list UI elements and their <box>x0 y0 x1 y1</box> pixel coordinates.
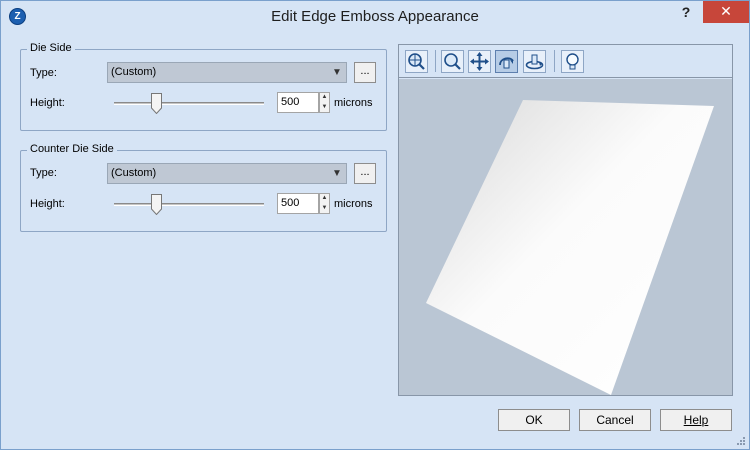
title-help-button[interactable]: ? <box>673 1 699 23</box>
counter-type-combo[interactable]: (Custom) ▼ <box>107 163 347 184</box>
counter-height-stepper[interactable]: ▲ ▼ <box>319 193 330 214</box>
preview-canvas[interactable] <box>399 79 732 395</box>
die-type-browse-button[interactable]: ... <box>354 62 376 83</box>
resize-grip[interactable] <box>736 436 746 446</box>
help-button-label: Help <box>683 413 709 427</box>
counter-height-value: 500 <box>281 197 300 209</box>
die-height-label: Height: <box>30 97 65 109</box>
toolbar-separator <box>554 50 555 72</box>
zoom-extents-button[interactable] <box>405 50 428 73</box>
zoom-button[interactable] <box>441 50 464 73</box>
zoom-extents-icon <box>408 53 425 70</box>
spin-up-icon[interactable]: ▲ <box>320 93 329 102</box>
die-height-input[interactable]: 500 <box>277 92 319 113</box>
die-height-slider-track[interactable] <box>114 102 264 105</box>
spin-up-icon[interactable]: ▲ <box>320 194 329 203</box>
die-height-slider-thumb[interactable] <box>150 93 162 114</box>
close-button[interactable]: ✕ <box>703 1 749 23</box>
help-button[interactable]: Help <box>660 409 732 431</box>
spin-down-icon[interactable]: ▼ <box>320 103 329 112</box>
counter-height-input[interactable]: 500 <box>277 193 319 214</box>
preview-toolbar <box>399 45 732 78</box>
rotate-button[interactable] <box>495 50 518 73</box>
counter-die-side-group: Counter Die Side Type: (Custom) ▼ ... He… <box>20 143 387 232</box>
die-height-value: 500 <box>281 96 300 108</box>
cancel-button[interactable]: Cancel <box>579 409 651 431</box>
counter-height-slider-track[interactable] <box>114 203 264 206</box>
pan-icon <box>470 52 489 71</box>
counter-height-slider-thumb[interactable] <box>150 194 162 215</box>
chevron-down-icon[interactable]: ▼ <box>328 164 346 183</box>
spin-down-icon[interactable]: ▼ <box>320 204 329 213</box>
embossed-sheet-preview <box>426 100 714 395</box>
die-side-group: Die Side Type: (Custom) ▼ ... Height: 50… <box>20 42 387 131</box>
die-height-unit: microns <box>334 97 373 109</box>
counter-height-unit: microns <box>334 198 373 210</box>
lighting-button[interactable] <box>561 50 584 73</box>
title-bar[interactable]: Z Edit Edge Emboss Appearance ? ✕ <box>1 1 749 31</box>
spin-button[interactable] <box>523 50 546 73</box>
counter-type-label: Type: <box>30 167 57 179</box>
chevron-down-icon[interactable]: ▼ <box>328 63 346 82</box>
pan-button[interactable] <box>468 50 491 73</box>
die-height-stepper[interactable]: ▲ ▼ <box>319 92 330 113</box>
counter-die-side-legend: Counter Die Side <box>27 143 117 155</box>
window-title: Edit Edge Emboss Appearance <box>271 8 479 25</box>
toolbar-separator <box>435 50 436 72</box>
zoom-icon <box>444 53 461 70</box>
dialog-window: Z Edit Edge Emboss Appearance ? ✕ Die Si… <box>0 0 750 450</box>
ok-button[interactable]: OK <box>498 409 570 431</box>
counter-type-value: (Custom) <box>111 167 157 179</box>
die-type-label: Type: <box>30 67 57 79</box>
spin-icon <box>525 54 544 70</box>
preview-panel <box>398 44 733 396</box>
light-bulb-icon <box>566 53 579 70</box>
counter-height-label: Height: <box>30 198 65 210</box>
rotate-icon <box>499 57 514 69</box>
die-type-value: (Custom) <box>111 66 157 78</box>
die-type-combo[interactable]: (Custom) ▼ <box>107 62 347 83</box>
counter-type-browse-button[interactable]: ... <box>354 163 376 184</box>
die-side-legend: Die Side <box>27 42 75 54</box>
